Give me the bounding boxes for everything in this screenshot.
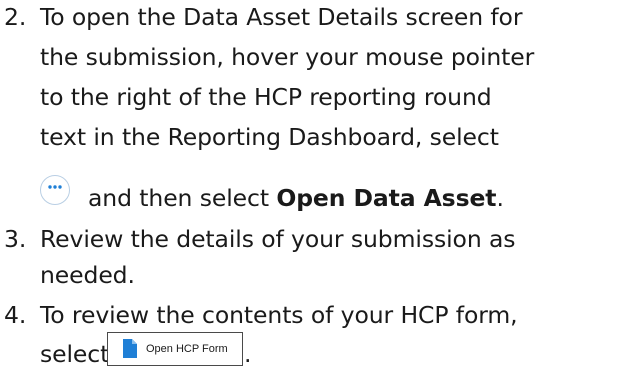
step-2-period: . [496, 184, 504, 212]
step-3-text-line-2: needed. [40, 261, 135, 289]
document-icon [123, 339, 137, 358]
step-3-number: 3. [4, 225, 27, 253]
step-2-number: 2. [4, 3, 27, 31]
open-data-asset-label: Open Data Asset [276, 184, 497, 212]
more-options-button[interactable] [40, 175, 70, 205]
step-2-text-line-1: To open the Data Asset Details screen fo… [40, 3, 523, 31]
step-4-end-period: . [244, 340, 252, 368]
instructions-document: 2. To open the Data Asset Details screen… [0, 0, 624, 376]
step-2-text-line-4: text in the Reporting Dashboard, select [40, 123, 499, 151]
step-2-text-line-2: the submission, hover your mouse pointer [40, 43, 535, 71]
open-hcp-form-button[interactable]: Open HCP Form [107, 332, 243, 366]
step-2-text-line-3: to the right of the HCP reporting round [40, 83, 492, 111]
step-2-and-then-text: and then select [88, 184, 269, 212]
step-4-text-line-1: To review the contents of your HCP form, [40, 301, 518, 329]
open-hcp-form-label: Open HCP Form [146, 343, 228, 355]
step-4-select-word: select [40, 340, 110, 368]
step-4-number: 4. [4, 301, 27, 329]
step-3-text-line-1: Review the details of your submission as [40, 225, 516, 253]
more-options-icon [48, 185, 62, 189]
